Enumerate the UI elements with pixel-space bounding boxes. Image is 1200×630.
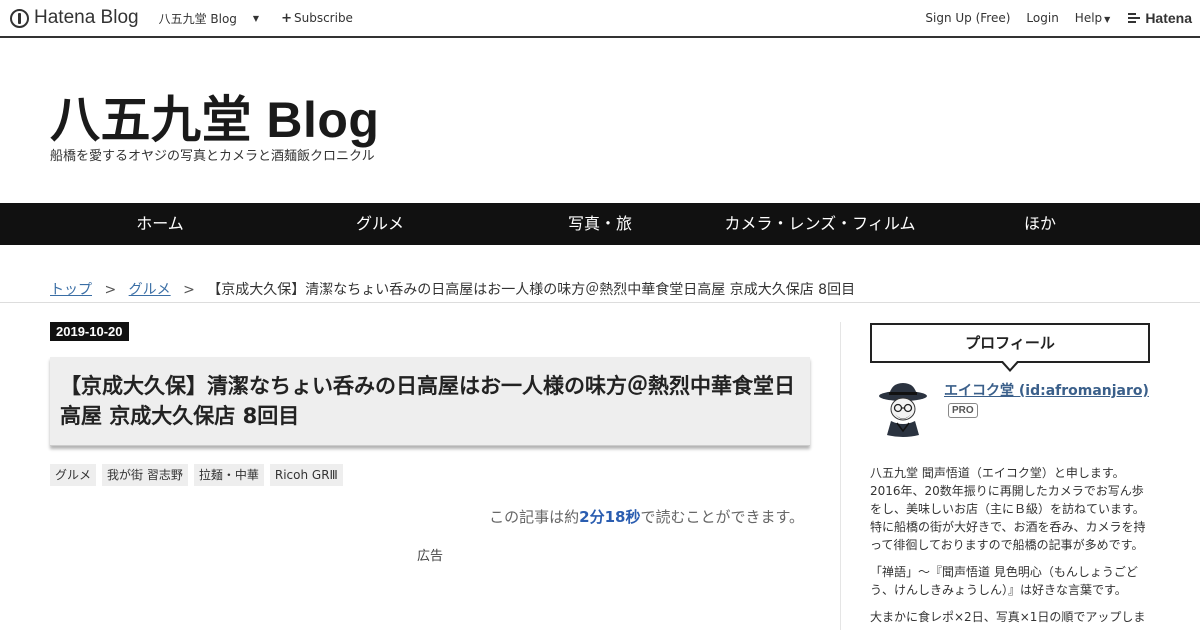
- reading-time-suffix: で読むことができます。: [640, 508, 804, 526]
- login-link[interactable]: Login: [1026, 11, 1058, 25]
- help-menu[interactable]: Help ▼: [1075, 11, 1111, 25]
- breadcrumb-separator: >: [104, 282, 117, 298]
- subscribe-button[interactable]: + Subscribe: [281, 11, 353, 26]
- breadcrumb-current: 【京成大久保】清潔なちょい呑みの日高屋はお一人様の味方＠熱烈中華食堂日高屋 京成…: [207, 282, 856, 298]
- plus-icon: +: [281, 10, 292, 26]
- hatena-blog-logo-text: Hatena Blog: [34, 7, 139, 28]
- blog-switcher-label: 八五九堂 Blog: [158, 11, 237, 26]
- profile-description: 八五九堂 聞声悟道（エイコク堂）と申します。2016年、20数年振りに再開したカ…: [870, 464, 1150, 630]
- reading-time-prefix: この記事は約: [489, 508, 580, 526]
- blog-title[interactable]: 八五九堂 Blog: [50, 80, 379, 152]
- caret-down-icon: ▼: [1104, 15, 1111, 24]
- breadcrumb: トップ > グルメ > 【京成大久保】清潔なちょい呑みの日高屋はお一人様の味方＠…: [50, 279, 855, 299]
- nav-item-other[interactable]: ほか: [940, 203, 1140, 245]
- header-right: Sign Up (Free) Login Help ▼ Hatena: [909, 0, 1192, 36]
- profile-paragraph: 「禅語」～『聞声悟道 見色明心（もんしょうごどう、けんしきみょうしん）』は好きな…: [870, 565, 1138, 597]
- breadcrumb-category-link[interactable]: グルメ: [129, 282, 171, 298]
- column-divider: [840, 322, 841, 630]
- entry-title[interactable]: 【京成大久保】清潔なちょい呑みの日高屋はお一人様の味方＠熱烈中華食堂日高屋 京成…: [60, 371, 800, 431]
- profile-paragraph: 八五九堂 聞声悟道（エイコク堂）と申します。2016年、20数年振りに再開したカ…: [870, 466, 1146, 552]
- author-link[interactable]: エイコク堂 (id:afromanjaro): [944, 380, 1149, 400]
- entry-categories: グルメ 我が街 習志野 拉麺・中華 Ricoh GRⅢ: [50, 464, 343, 486]
- blog-description: 船橋を愛するオヤジの写真とカメラと酒麺飯クロニクル: [50, 149, 375, 164]
- profile-heading-arrow-inner: [1002, 360, 1018, 369]
- blog-switcher[interactable]: 八五九堂 Blog ▼: [159, 10, 260, 27]
- hatena-global-header: Hatena Blog 八五九堂 Blog ▼ + Subscribe Sign …: [0, 0, 1200, 38]
- hatena-logo[interactable]: Hatena: [1128, 10, 1192, 26]
- breadcrumb-top-link[interactable]: トップ: [50, 282, 92, 298]
- category-tag[interactable]: 拉麺・中華: [193, 464, 264, 486]
- hatena-blog-logo[interactable]: Hatena Blog: [10, 7, 139, 29]
- reading-time-value: 2分18秒: [579, 508, 641, 526]
- breadcrumb-separator: >: [183, 282, 195, 298]
- avatar[interactable]: [873, 379, 933, 439]
- help-label: Help: [1074, 11, 1103, 25]
- hatena-logo-text: Hatena: [1145, 10, 1192, 26]
- entry-title-box: 【京成大久保】清潔なちょい呑みの日高屋はお一人様の味方＠熱烈中華食堂日高屋 京成…: [50, 357, 810, 446]
- global-nav: ホーム グルメ 写真・旅 カメラ・レンズ・フィルム ほか: [0, 203, 1200, 245]
- profile-heading: プロフィール: [870, 323, 1150, 363]
- signup-link[interactable]: Sign Up (Free): [925, 11, 1010, 25]
- subscribe-label: Subscribe: [293, 10, 353, 25]
- nav-item-photo-travel[interactable]: 写真・旅: [500, 203, 700, 245]
- divider: [0, 302, 1200, 303]
- ad-label: 広告: [417, 549, 444, 564]
- header-left: Hatena Blog 八五九堂 Blog ▼ + Subscribe: [10, 0, 353, 36]
- pro-badge: PRO: [948, 403, 978, 418]
- category-tag[interactable]: 我が街 習志野: [102, 464, 188, 486]
- reading-time: この記事は約2分18秒で読むことができます。: [489, 506, 804, 527]
- hatena-blog-logo-icon: [10, 8, 29, 28]
- nav-item-home[interactable]: ホーム: [60, 203, 260, 245]
- nav-item-gourmet[interactable]: グルメ: [280, 203, 480, 245]
- profile-paragraph: 大まかに食レポ×2日、写真×1日の順でアップしま: [870, 610, 1146, 624]
- nav-item-camera[interactable]: カメラ・レンズ・フィルム: [700, 203, 940, 245]
- caret-down-icon: ▼: [252, 13, 260, 23]
- entry-date[interactable]: 2019-10-20: [50, 322, 129, 341]
- category-tag[interactable]: Ricoh GRⅢ: [269, 464, 343, 486]
- hatena-mark-icon: [1128, 13, 1142, 23]
- category-tag[interactable]: グルメ: [50, 464, 97, 486]
